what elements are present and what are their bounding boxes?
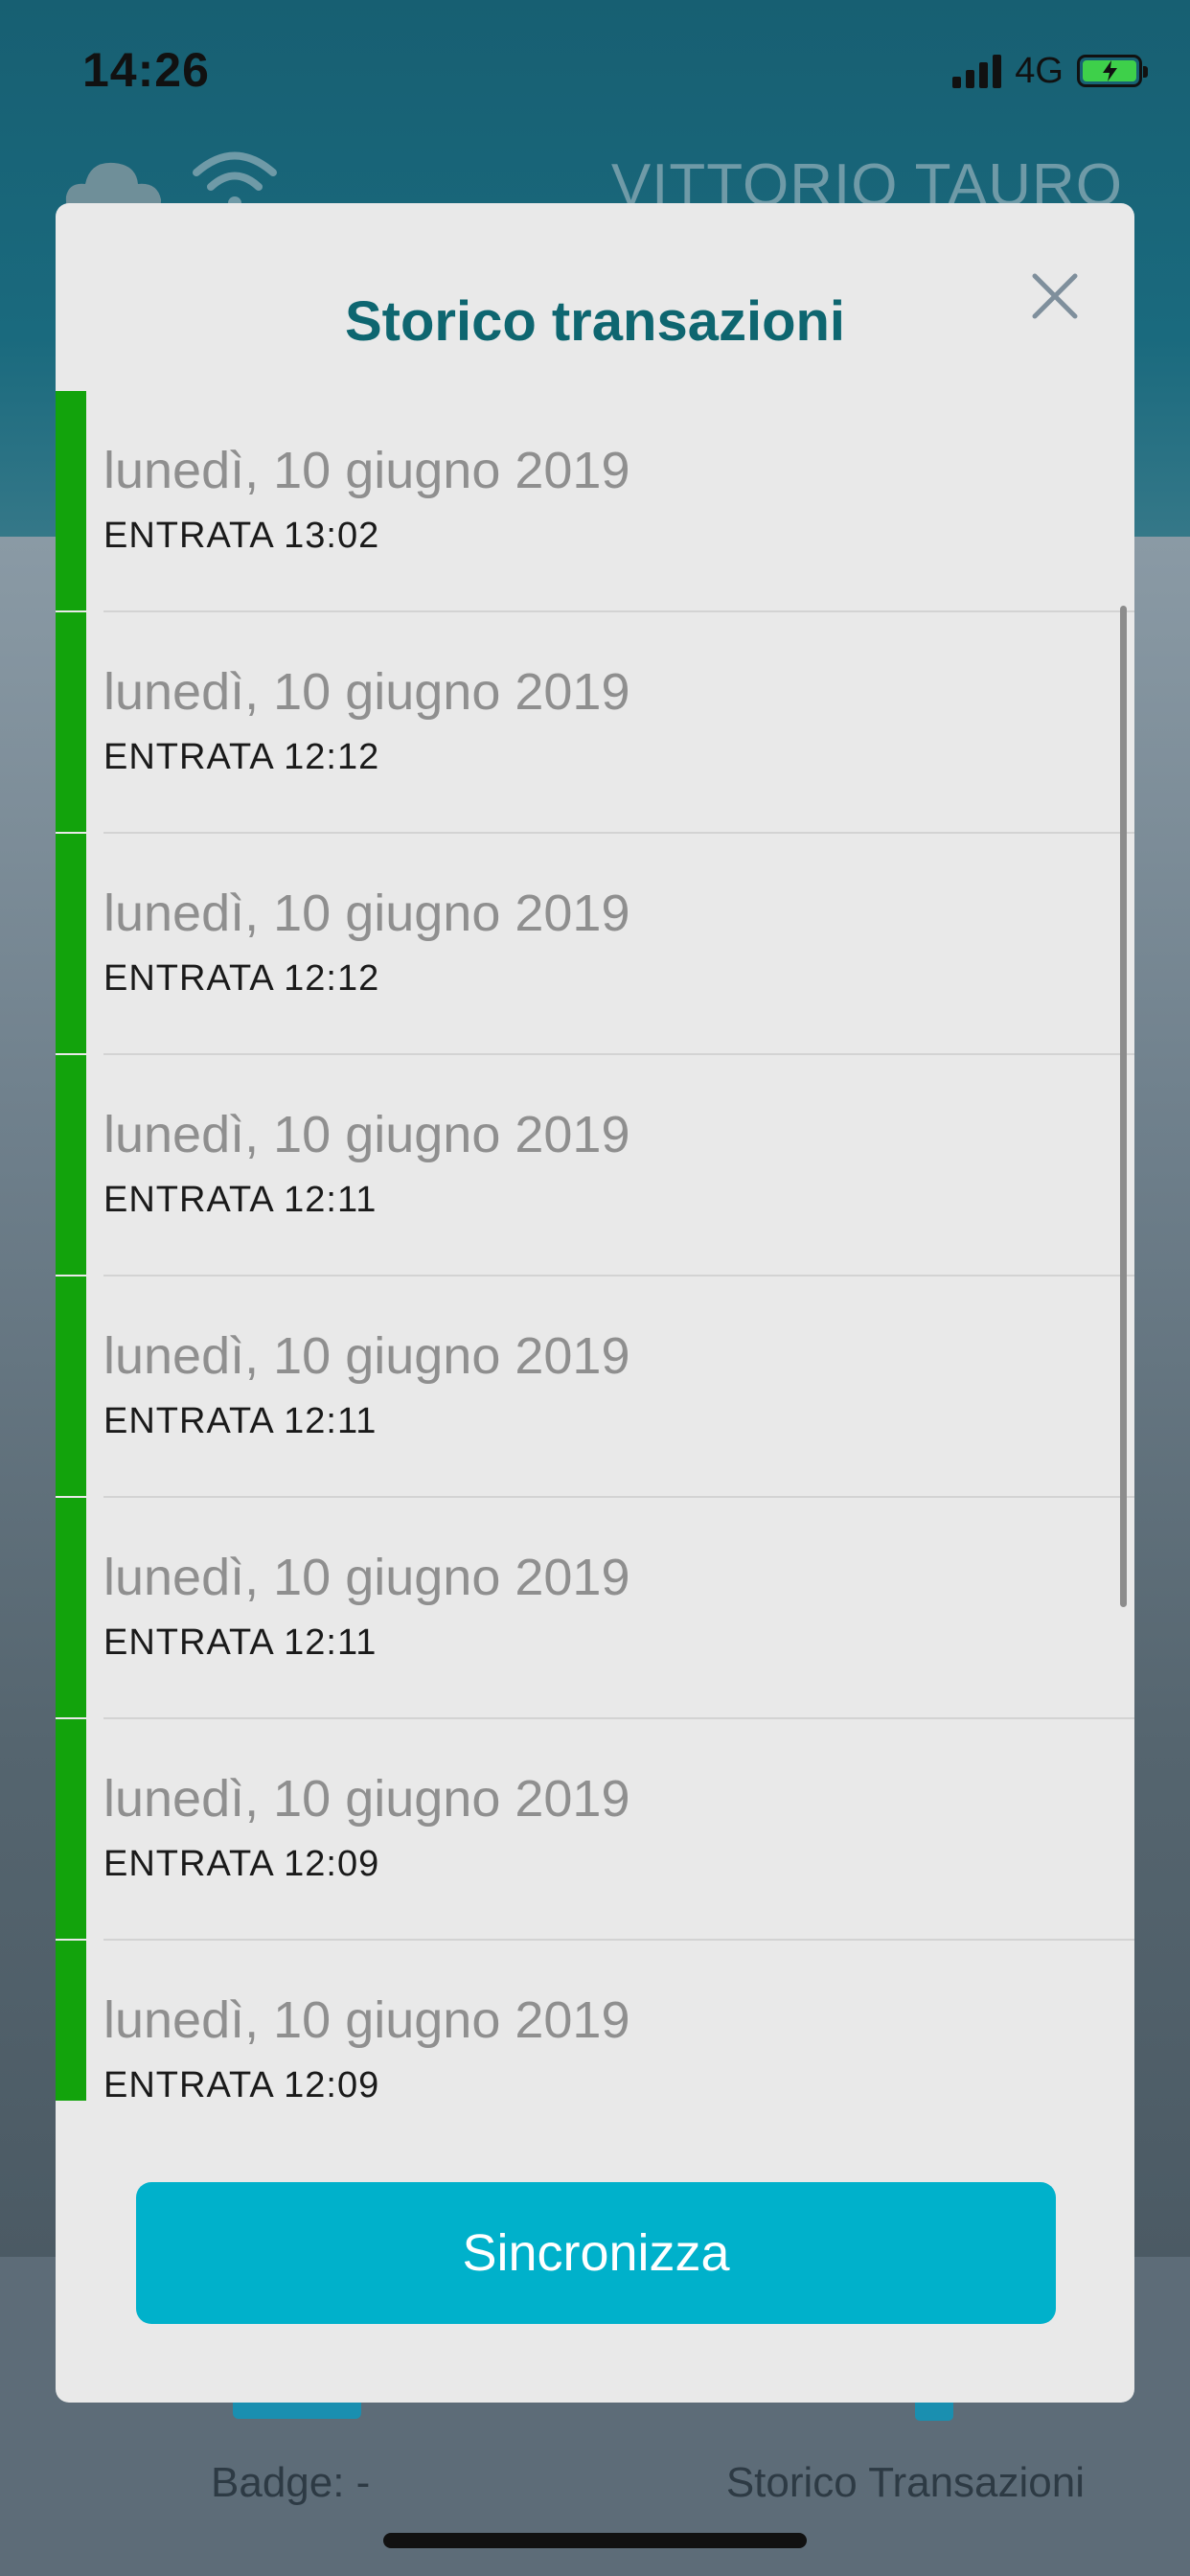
entry-status-bar xyxy=(56,1276,86,1496)
entry-status-bar xyxy=(56,1055,86,1275)
transaction-detail: ENTRATA 12:11 xyxy=(103,1180,378,1220)
network-type: 4G xyxy=(1015,50,1064,91)
transaction-detail: ENTRATA 13:02 xyxy=(103,516,380,556)
transaction-history-modal: Storico transazioni lunedì, 10 giugno 20… xyxy=(56,203,1134,2403)
transaction-row[interactable]: lunedì, 10 giugno 2019 ENTRATA 12:09 xyxy=(56,1719,1134,1941)
tab-history-label[interactable]: Storico Transazioni xyxy=(726,2459,1085,2507)
transaction-row[interactable]: lunedì, 10 giugno 2019 ENTRATA 12:11 xyxy=(56,1276,1134,1498)
entry-status-bar xyxy=(56,391,86,610)
cellular-signal-icon xyxy=(952,54,1002,88)
transaction-row[interactable]: lunedì, 10 giugno 2019 ENTRATA 12:11 xyxy=(56,1498,1134,1719)
transaction-date: lunedì, 10 giugno 2019 xyxy=(103,1770,630,1828)
transaction-date: lunedì, 10 giugno 2019 xyxy=(103,1549,630,1606)
transaction-date: lunedì, 10 giugno 2019 xyxy=(103,442,630,499)
transaction-date: lunedì, 10 giugno 2019 xyxy=(103,663,630,721)
home-indicator[interactable] xyxy=(383,2533,807,2548)
battery-charging-icon xyxy=(1077,55,1148,87)
transaction-row[interactable]: lunedì, 10 giugno 2019 ENTRATA 12:11 xyxy=(56,1055,1134,1276)
status-time: 14:26 xyxy=(82,43,210,97)
entry-status-bar xyxy=(56,1941,86,2101)
entry-status-bar xyxy=(56,1719,86,1939)
status-indicators: 4G xyxy=(952,50,1148,92)
entry-status-bar xyxy=(56,1498,86,1717)
transaction-detail: ENTRATA 12:11 xyxy=(103,1622,378,1663)
transaction-detail: ENTRATA 12:11 xyxy=(103,1401,378,1441)
transaction-date: lunedì, 10 giugno 2019 xyxy=(103,1106,630,1163)
transaction-list[interactable]: lunedì, 10 giugno 2019 ENTRATA 13:02 luned… xyxy=(56,391,1134,2101)
entry-status-bar xyxy=(56,612,86,832)
scrollbar[interactable] xyxy=(1120,606,1127,1607)
transaction-detail: ENTRATA 12:09 xyxy=(103,1844,380,1884)
transaction-detail: ENTRATA 12:09 xyxy=(103,2065,380,2101)
transaction-date: lunedì, 10 giugno 2019 xyxy=(103,1991,630,2049)
transaction-detail: ENTRATA 12:12 xyxy=(103,737,380,777)
close-icon[interactable] xyxy=(1021,263,1088,330)
transaction-row[interactable]: lunedì, 10 giugno 2019 ENTRATA 13:02 xyxy=(56,391,1134,612)
transaction-date: lunedì, 10 giugno 2019 xyxy=(103,1327,630,1385)
tab-badge-label[interactable]: Badge: - xyxy=(211,2459,370,2507)
modal-title: Storico transazioni xyxy=(344,290,846,353)
transaction-date: lunedì, 10 giugno 2019 xyxy=(103,885,630,942)
transaction-detail: ENTRATA 12:12 xyxy=(103,958,380,999)
transaction-row[interactable]: lunedì, 10 giugno 2019 ENTRATA 12:12 xyxy=(56,834,1134,1055)
sync-button[interactable]: Sincronizza xyxy=(136,2182,1056,2324)
wifi-icon xyxy=(193,151,277,210)
transaction-row[interactable]: lunedì, 10 giugno 2019 ENTRATA 12:09 xyxy=(56,1941,1134,2101)
transaction-row[interactable]: lunedì, 10 giugno 2019 ENTRATA 12:12 xyxy=(56,612,1134,834)
entry-status-bar xyxy=(56,834,86,1053)
